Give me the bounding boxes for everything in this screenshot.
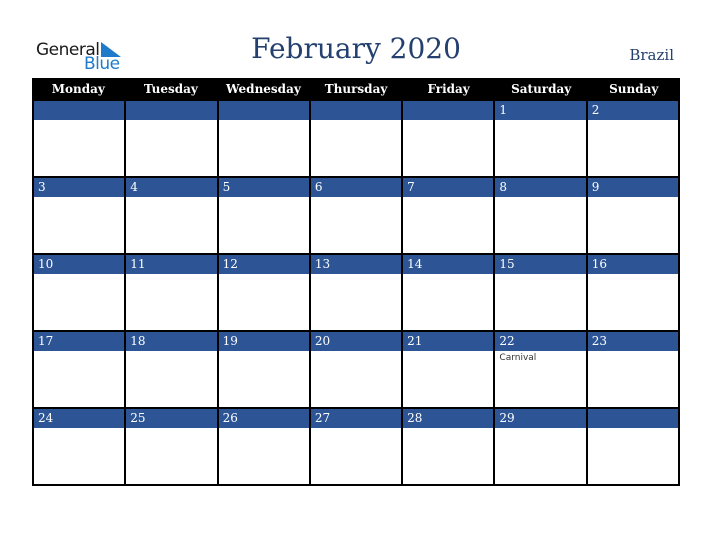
day-cell[interactable]: 16 xyxy=(587,255,680,330)
week-row: 10 11 12 13 14 15 16 xyxy=(32,255,680,332)
day-number: 27 xyxy=(310,409,402,428)
weekday-monday: Monday xyxy=(51,82,105,96)
day-cell[interactable]: 23 xyxy=(587,332,680,407)
day-cell[interactable]: 28 xyxy=(403,409,496,484)
day-cell[interactable]: 8 xyxy=(495,178,588,253)
day-cell[interactable]: 22 Carnival xyxy=(495,332,588,407)
day-number: 24 xyxy=(34,409,125,428)
day-cell[interactable]: 1 xyxy=(495,101,588,176)
week-row: 17 18 19 20 21 22 Carnival 23 xyxy=(32,332,680,409)
week-row: 12 xyxy=(32,101,680,178)
day-number xyxy=(403,101,494,120)
day-cell[interactable] xyxy=(587,409,680,484)
calendar-grid: Monday Tuesday Wednesday Thursday Friday Satu… xyxy=(32,78,680,486)
day-number xyxy=(218,101,309,120)
day-cell[interactable]: 20 xyxy=(310,332,404,407)
day-number: 2 xyxy=(587,101,678,120)
day-number: 13 xyxy=(310,255,402,274)
day-number: 22 xyxy=(495,332,586,351)
day-cell[interactable] xyxy=(218,101,311,176)
weekday-wednesday: Wednesday xyxy=(226,82,301,96)
day-number xyxy=(310,101,402,120)
day-cell[interactable]: 13 xyxy=(310,255,404,330)
day-number: 11 xyxy=(126,255,217,274)
day-number xyxy=(34,101,125,120)
day-number: 20 xyxy=(310,332,402,351)
day-cell[interactable]: 24 xyxy=(34,409,127,484)
day-cell[interactable]: 4 xyxy=(126,178,219,253)
day-number: 16 xyxy=(587,255,678,274)
weekday-saturday: Saturday xyxy=(511,82,572,96)
weekday-sunday: Sunday xyxy=(609,82,659,96)
day-number: 15 xyxy=(495,255,586,274)
day-cell[interactable]: 7 xyxy=(403,178,496,253)
day-cell[interactable]: 21 xyxy=(403,332,496,407)
day-number: 28 xyxy=(403,409,494,428)
day-number: 9 xyxy=(587,178,678,197)
day-cell[interactable]: 18 xyxy=(126,332,219,407)
day-number: 29 xyxy=(495,409,586,428)
day-cell[interactable]: 19 xyxy=(218,332,311,407)
day-number: 14 xyxy=(403,255,494,274)
day-number: 7 xyxy=(403,178,494,197)
day-number: 19 xyxy=(218,332,309,351)
day-number xyxy=(126,101,217,120)
day-cell[interactable]: 26 xyxy=(218,409,311,484)
day-cell[interactable] xyxy=(126,101,219,176)
day-cell[interactable]: 25 xyxy=(126,409,219,484)
day-number: 12 xyxy=(218,255,309,274)
country-label: Brazil xyxy=(629,46,674,64)
day-number: 6 xyxy=(310,178,402,197)
day-cell[interactable]: 9 xyxy=(587,178,680,253)
weekday-friday: Friday xyxy=(427,82,470,96)
holiday-label: Carnival xyxy=(499,353,537,363)
day-cell[interactable]: 27 xyxy=(310,409,404,484)
day-number: 17 xyxy=(34,332,125,351)
calendar-title: February 2020 xyxy=(251,32,461,65)
day-number: 23 xyxy=(587,332,678,351)
day-cell[interactable]: 5 xyxy=(218,178,311,253)
day-number: 25 xyxy=(126,409,217,428)
day-cell[interactable]: 14 xyxy=(403,255,496,330)
day-cell[interactable] xyxy=(310,101,404,176)
day-cell[interactable]: 3 xyxy=(34,178,127,253)
day-number: 8 xyxy=(495,178,586,197)
day-cell[interactable]: 29 xyxy=(495,409,588,484)
day-number: 21 xyxy=(403,332,494,351)
day-cell[interactable] xyxy=(403,101,496,176)
weekday-tuesday: Tuesday xyxy=(143,82,198,96)
day-cell[interactable]: 10 xyxy=(34,255,127,330)
week-row: 3456789 xyxy=(32,178,680,255)
day-number: 4 xyxy=(126,178,217,197)
day-cell[interactable]: 15 xyxy=(495,255,588,330)
day-cell[interactable] xyxy=(34,101,127,176)
day-number: 10 xyxy=(34,255,125,274)
day-cell[interactable]: 2 xyxy=(587,101,680,176)
day-number: 1 xyxy=(495,101,586,120)
day-cell[interactable]: 6 xyxy=(310,178,404,253)
day-cell[interactable]: 11 xyxy=(126,255,219,330)
week-row: 24 25 26 27 28 29 xyxy=(32,409,680,486)
weekday-header: Monday Tuesday Wednesday Thursday Friday Satu… xyxy=(32,78,680,101)
day-number: 5 xyxy=(218,178,309,197)
day-number xyxy=(587,409,678,428)
day-number: 26 xyxy=(218,409,309,428)
day-cell[interactable]: 17 xyxy=(34,332,127,407)
day-cell[interactable]: 12 xyxy=(218,255,311,330)
day-number: 18 xyxy=(126,332,217,351)
day-number: 3 xyxy=(34,178,125,197)
weekday-thursday: Thursday xyxy=(324,82,388,96)
